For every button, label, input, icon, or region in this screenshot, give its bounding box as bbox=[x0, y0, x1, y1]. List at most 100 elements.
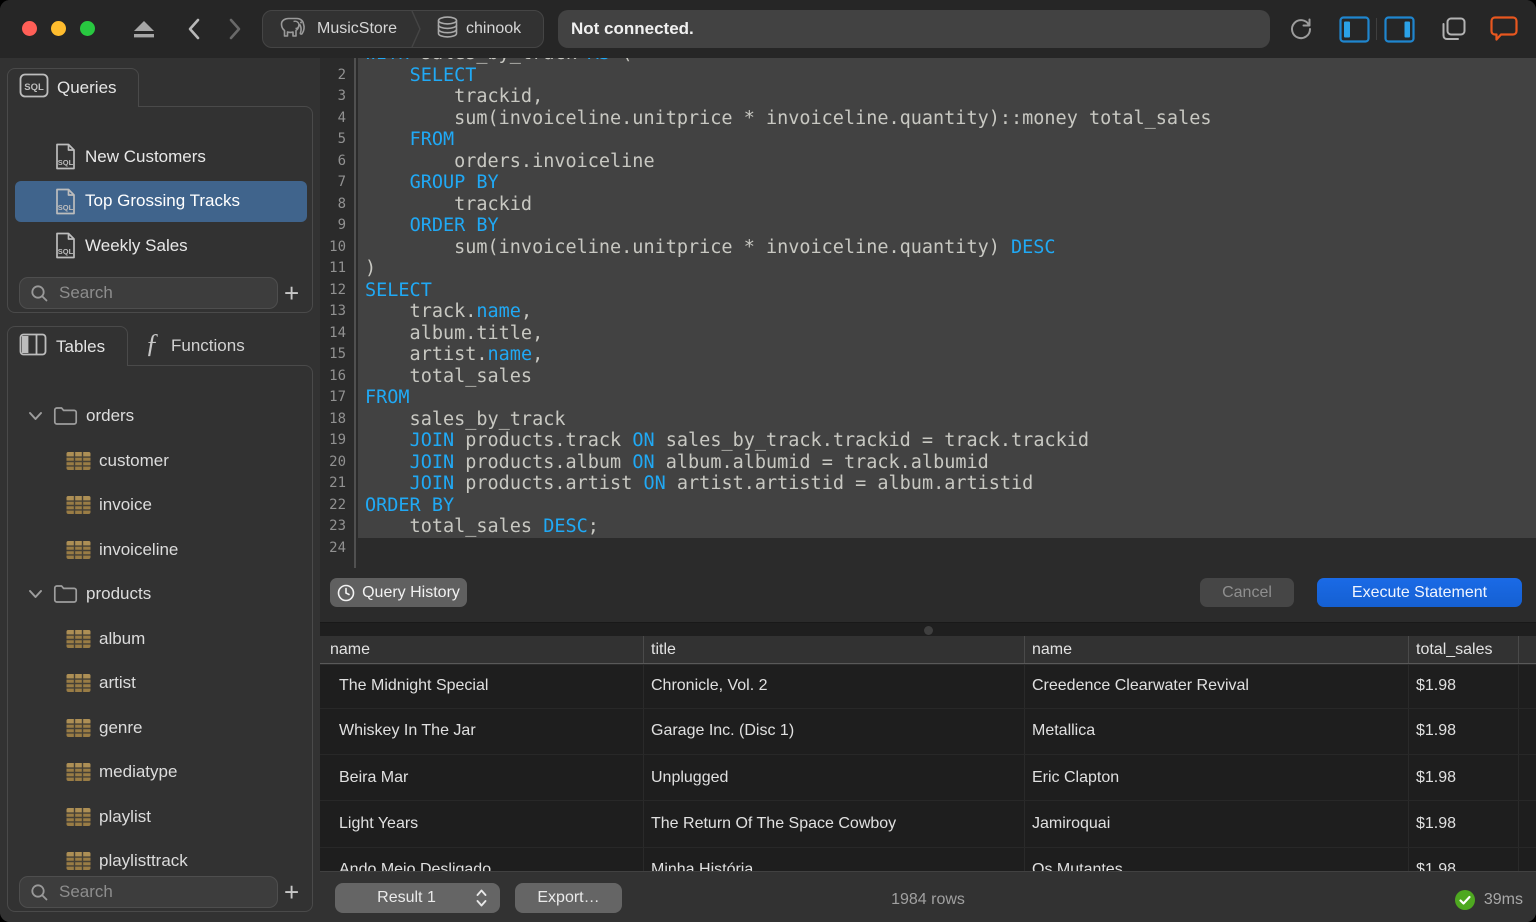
breadcrumb[interactable]: MusicStore chinook bbox=[262, 10, 544, 48]
tree-table-row[interactable]: invoice bbox=[8, 485, 312, 526]
code-line[interactable]: total_sales DESC; bbox=[358, 516, 1536, 538]
export-button[interactable]: Export… bbox=[515, 883, 622, 913]
result-row[interactable]: Whiskey In The JarGarage Inc. (Disc 1)Me… bbox=[320, 709, 1536, 755]
toggle-left-sidebar-button[interactable] bbox=[1338, 0, 1370, 58]
svg-text:SQL: SQL bbox=[58, 247, 74, 256]
code-line[interactable]: sum(invoiceline.unitprice * invoiceline.… bbox=[358, 237, 1536, 259]
code-line[interactable]: sum(invoiceline.unitprice * invoiceline.… bbox=[358, 108, 1536, 130]
back-button[interactable] bbox=[182, 0, 204, 58]
functions-tab[interactable]: ƒ Functions bbox=[128, 326, 310, 366]
code-line[interactable]: total_sales bbox=[358, 366, 1536, 388]
line-number: 24 bbox=[320, 538, 346, 560]
code-line[interactable]: trackid bbox=[358, 194, 1536, 216]
line-number: 19 bbox=[320, 430, 346, 452]
query-item-label: Top Grossing Tracks bbox=[85, 191, 240, 211]
result-row[interactable]: The Midnight SpecialChronicle, Vol. 2Cre… bbox=[320, 665, 1536, 709]
pane-divider[interactable] bbox=[320, 622, 1536, 636]
code-line[interactable]: ORDER BY bbox=[358, 495, 1536, 517]
code-line[interactable]: trackid, bbox=[358, 86, 1536, 108]
execute-statement-button[interactable]: Execute Statement bbox=[1317, 578, 1522, 607]
svg-text:ƒ: ƒ bbox=[145, 329, 159, 358]
chevron-down-icon[interactable] bbox=[28, 411, 43, 421]
forward-button[interactable] bbox=[224, 0, 246, 58]
code-line[interactable]: FROM bbox=[358, 129, 1536, 151]
code-line[interactable]: FROM bbox=[358, 387, 1536, 409]
result-cell: $1.98 bbox=[1409, 801, 1519, 846]
tree-table-row[interactable]: artist bbox=[8, 663, 312, 704]
result-selector[interactable]: Result 1 bbox=[335, 883, 500, 913]
toggle-right-sidebar-button[interactable] bbox=[1383, 0, 1415, 58]
tree-folder-row[interactable]: orders bbox=[8, 396, 312, 437]
minimize-button[interactable] bbox=[51, 21, 66, 36]
sql-file-icon: SQL bbox=[54, 188, 77, 220]
add-query-button[interactable]: + bbox=[284, 280, 299, 306]
tables-search-field[interactable]: Search bbox=[19, 876, 278, 908]
tables-tab-label: Tables bbox=[56, 337, 105, 357]
tree-table-row[interactable]: invoiceline bbox=[8, 529, 312, 570]
code-line[interactable]: track.name, bbox=[358, 301, 1536, 323]
breadcrumb-project[interactable]: MusicStore bbox=[317, 20, 397, 38]
chat-button[interactable] bbox=[1488, 0, 1520, 58]
column-header[interactable]: name bbox=[1025, 636, 1409, 663]
close-button[interactable] bbox=[22, 21, 37, 36]
tree-folder-row[interactable]: products bbox=[8, 574, 312, 615]
eject-icon[interactable] bbox=[130, 0, 158, 58]
windows-button[interactable] bbox=[1438, 0, 1468, 58]
breadcrumb-database[interactable]: chinook bbox=[466, 20, 521, 38]
code-line[interactable]: JOIN products.album ON album.albumid = t… bbox=[358, 452, 1536, 474]
queries-search-field[interactable]: Search bbox=[19, 277, 278, 309]
code-line[interactable]: JOIN products.track ON sales_by_track.tr… bbox=[358, 430, 1536, 452]
column-header[interactable]: name bbox=[320, 636, 644, 663]
results-header: nametitlenametotal_sales bbox=[320, 636, 1536, 664]
query-item[interactable]: SQLWeekly Sales bbox=[15, 225, 307, 266]
tree-table-row[interactable]: playlist bbox=[8, 796, 312, 837]
chevron-down-icon[interactable] bbox=[28, 589, 43, 599]
code-line[interactable]: album.title, bbox=[358, 323, 1536, 345]
result-row[interactable]: Ando Meio DesligadoMinha HistóriaOs Muta… bbox=[320, 848, 1536, 871]
code-line[interactable] bbox=[358, 538, 1536, 560]
tree-table-row[interactable]: genre bbox=[8, 707, 312, 748]
add-table-button[interactable]: + bbox=[284, 879, 299, 905]
tree-table-row[interactable]: mediatype bbox=[8, 752, 312, 793]
tables-tab[interactable]: Tables bbox=[7, 326, 128, 366]
code-line[interactable]: sales_by_track bbox=[358, 409, 1536, 431]
line-number-gutter: 123456789101112131415161718192021222324 bbox=[320, 58, 356, 568]
query-item[interactable]: SQLNew Customers bbox=[15, 136, 307, 177]
table-icon bbox=[66, 540, 91, 559]
code-line[interactable]: ORDER BY bbox=[358, 215, 1536, 237]
cancel-button[interactable]: Cancel bbox=[1200, 578, 1294, 607]
code-line[interactable]: SELECT bbox=[358, 280, 1536, 302]
tree-table-row[interactable]: customer bbox=[8, 440, 312, 481]
line-number: 3 bbox=[320, 86, 346, 108]
column-header[interactable]: title bbox=[644, 636, 1025, 663]
sql-editor[interactable]: 123456789101112131415161718192021222324 … bbox=[320, 58, 1536, 568]
connection-status-field: Not connected. bbox=[558, 10, 1270, 48]
table-icon bbox=[66, 451, 91, 470]
code-line[interactable]: SELECT bbox=[358, 65, 1536, 87]
code-line[interactable]: orders.invoiceline bbox=[358, 151, 1536, 173]
result-cell: $1.98 bbox=[1409, 665, 1519, 708]
code-line[interactable]: JOIN products.artist ON artist.artistid … bbox=[358, 473, 1536, 495]
result-cell: Unplugged bbox=[644, 755, 1025, 800]
line-number: 21 bbox=[320, 473, 346, 495]
query-item[interactable]: SQL Top Grossing Tracks bbox=[15, 181, 307, 222]
queries-tab[interactable]: SQL Queries bbox=[7, 68, 139, 107]
tree-folder-label: orders bbox=[86, 406, 134, 426]
column-header[interactable]: total_sales bbox=[1409, 636, 1519, 663]
drag-handle[interactable] bbox=[924, 626, 933, 635]
table-icon bbox=[66, 852, 91, 871]
query-history-button[interactable]: Query History bbox=[330, 578, 467, 607]
results-table[interactable]: The Midnight SpecialChronicle, Vol. 2Cre… bbox=[320, 665, 1536, 871]
result-row[interactable]: Light YearsThe Return Of The Space Cowbo… bbox=[320, 801, 1536, 847]
tables-panel: orders customerinvoiceinvoicelineproducts… bbox=[7, 365, 313, 912]
line-number: 9 bbox=[320, 215, 346, 237]
result-row[interactable]: Beira MarUnpluggedEric Clapton$1.98 bbox=[320, 755, 1536, 801]
code-line[interactable]: GROUP BY bbox=[358, 172, 1536, 194]
code-line[interactable]: ) bbox=[358, 258, 1536, 280]
code-line[interactable]: artist.name, bbox=[358, 344, 1536, 366]
refresh-button[interactable] bbox=[1286, 0, 1316, 58]
query-history-label: Query History bbox=[362, 584, 460, 602]
zoom-button[interactable] bbox=[80, 21, 95, 36]
tree-table-row[interactable]: album bbox=[8, 618, 312, 659]
result-cell: $1.98 bbox=[1409, 755, 1519, 800]
